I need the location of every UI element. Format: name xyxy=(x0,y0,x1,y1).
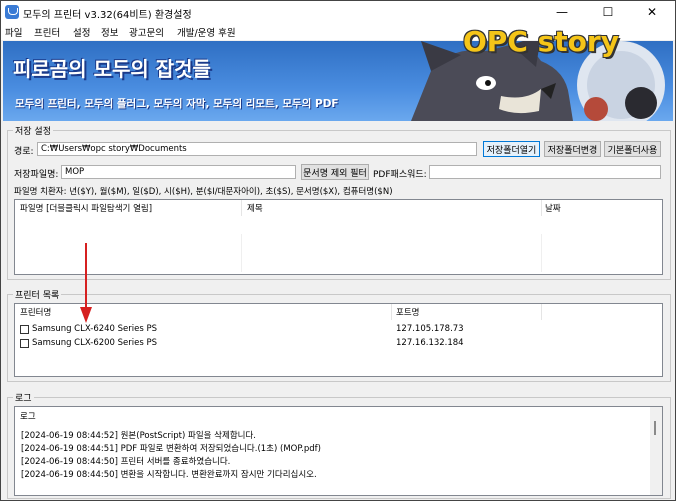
list-item: [2024-06-19 08:44:52] 원본(PostScript) 파일을… xyxy=(21,431,256,441)
app-icon xyxy=(5,5,19,19)
table-row[interactable]: Samsung CLX-6200 Series PS 127.16.132.18… xyxy=(15,337,655,350)
printer-list-label: 프린터 목록 xyxy=(13,288,62,301)
menu-printer[interactable]: 프린터 xyxy=(34,25,60,39)
log-group-label: 로그 xyxy=(13,391,34,404)
close-icon[interactable]: ✕ xyxy=(629,1,675,23)
list-item: [2024-06-19 08:44:50] 변환을 시작합니다. 변환완료까지 … xyxy=(21,470,317,480)
path-field[interactable]: C:₩Users₩opc story₩Documents xyxy=(37,142,477,156)
checkbox-icon[interactable] xyxy=(20,325,29,334)
column-title[interactable]: 제목 xyxy=(247,202,263,214)
save-settings-label: 저장 설정 xyxy=(13,124,53,137)
printer-port: 127.16.132.184 xyxy=(396,338,464,348)
column-filename[interactable]: 파일명 [더블클릭시 파일탐색기 열림] xyxy=(20,202,152,214)
overlay-logo: OPC story xyxy=(463,25,619,58)
printer-list[interactable]: 프린터명 포트명 Samsung CLX-6240 Series PS 127.… xyxy=(14,303,663,377)
pdf-password-label: PDF패스워드: xyxy=(373,170,427,180)
menu-file[interactable]: 파일 xyxy=(5,25,22,39)
title-bar: 모두의 프린터 v3.32(64비트) 환경설정 — ☐ ✕ xyxy=(1,1,675,23)
scrollbar-thumb[interactable] xyxy=(654,421,656,435)
column-printer-name[interactable]: 프린터명 xyxy=(20,306,51,318)
column-date[interactable]: 날짜 xyxy=(545,202,561,214)
list-item: [2024-06-19 08:44:51] PDF 파일로 변환하여 저장되었습… xyxy=(21,444,321,454)
column-port-name[interactable]: 포트명 xyxy=(396,306,419,318)
filename-field[interactable]: MOP xyxy=(61,165,296,179)
menu-sponsor[interactable]: 개발/운영 후원 xyxy=(177,25,236,39)
menu-settings[interactable]: 설정 xyxy=(73,25,90,39)
path-label: 경로: xyxy=(14,147,34,157)
log-scrollbar[interactable] xyxy=(650,407,662,495)
filename-label: 저장파일명: xyxy=(14,170,59,180)
menu-info[interactable]: 정보 xyxy=(101,25,118,39)
default-folder-button[interactable]: 기본폴더사용 xyxy=(604,141,661,157)
table-row[interactable]: Samsung CLX-6240 Series PS 127.105.178.7… xyxy=(15,323,655,336)
substitution-hint: 파일명 치환자: 년($Y), 월($M), 일($D), 시($H), 분($… xyxy=(14,187,393,197)
open-folder-button[interactable]: 저장폴더열기 xyxy=(483,141,540,157)
maximize-icon[interactable]: ☐ xyxy=(585,1,631,23)
checkbox-icon[interactable] xyxy=(20,339,29,348)
menu-ad-inquiry[interactable]: 광고문의 xyxy=(129,25,164,39)
change-folder-button[interactable]: 저장폴더변경 xyxy=(544,141,601,157)
list-item: [2024-06-19 08:44:50] 프린터 서버를 종료하였습니다. xyxy=(21,457,231,467)
banner-title: 피로곰의 모두의 잡것들 xyxy=(13,57,211,81)
minimize-icon[interactable]: — xyxy=(539,1,585,23)
log-list[interactable]: 로그 [2024-06-19 08:44:52] 원본(PostScript) … xyxy=(14,406,663,496)
printer-name: Samsung CLX-6200 Series PS xyxy=(32,338,158,348)
saved-files-list[interactable]: 파일명 [더블클릭시 파일탐색기 열림] 제목 날짜 xyxy=(14,199,663,275)
filter-button[interactable]: 문서명 제외 필터 xyxy=(301,164,369,180)
printer-name: Samsung CLX-6240 Series PS xyxy=(32,324,158,334)
app-window: 모두의 프린터 v3.32(64비트) 환경설정 — ☐ ✕ 파일 프린터 설정… xyxy=(0,0,676,501)
window-title: 모두의 프린터 v3.32(64비트) 환경설정 xyxy=(23,10,192,21)
pdf-password-field[interactable] xyxy=(429,165,661,179)
printer-port: 127.105.178.73 xyxy=(396,324,464,334)
banner-subtitle: 모두의 프린터, 모두의 플러그, 모두의 자막, 모두의 리모트, 모두의 P… xyxy=(15,98,339,110)
column-log[interactable]: 로그 xyxy=(20,410,36,422)
red-arrow-annotation xyxy=(80,243,92,323)
